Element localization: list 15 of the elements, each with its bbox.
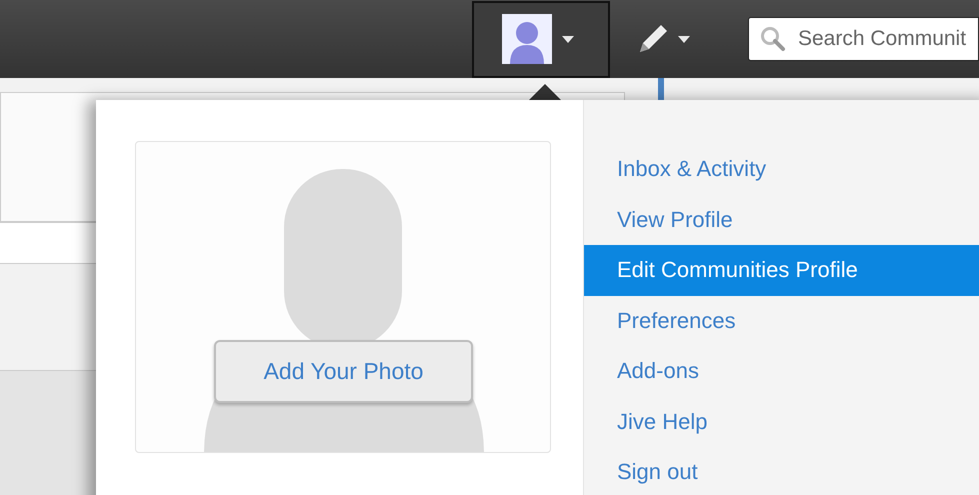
menu-item[interactable]: Inbox & Activity bbox=[584, 144, 979, 194]
caret-icon bbox=[678, 36, 690, 42]
avatar-icon bbox=[502, 14, 552, 64]
menu-item[interactable]: Edit Communities Profile bbox=[584, 245, 979, 296]
add-photo-button[interactable]: Add Your Photo bbox=[214, 340, 473, 403]
menu-item[interactable]: Jive Help bbox=[584, 396, 979, 447]
scroll-marker bbox=[658, 78, 664, 100]
user-menu-button[interactable] bbox=[472, 0, 610, 78]
menu-item[interactable]: Sign out bbox=[584, 457, 979, 487]
caret-icon bbox=[562, 36, 574, 42]
menu-item[interactable]: View Profile bbox=[584, 194, 979, 245]
search-icon bbox=[759, 25, 787, 53]
menu-item[interactable]: Add-ons bbox=[584, 346, 979, 396]
search-field[interactable]: Search Communit bbox=[748, 17, 979, 61]
menu-item[interactable]: Preferences bbox=[584, 296, 979, 346]
